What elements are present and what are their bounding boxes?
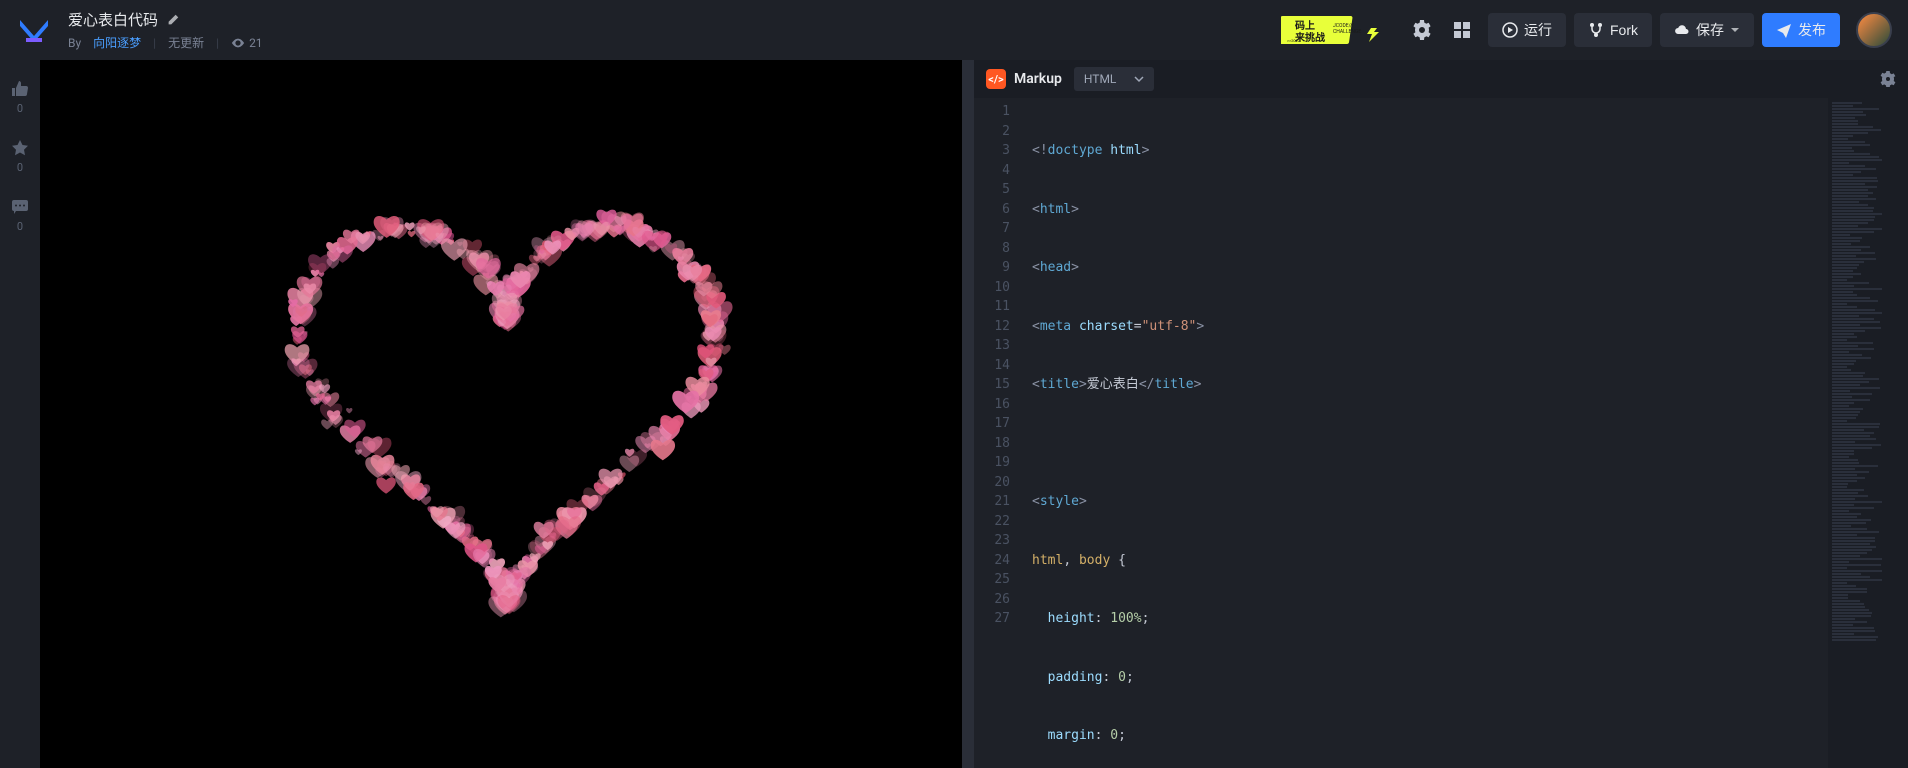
play-icon (1502, 22, 1518, 38)
markup-label: </> Markup (986, 69, 1062, 89)
preview-scrollbar[interactable] (962, 60, 974, 768)
heart-canvas (40, 60, 974, 768)
by-label: By (68, 36, 81, 50)
project-title: 爱心表白代码 (68, 9, 158, 30)
logo[interactable] (16, 12, 52, 48)
code-icon: </> (986, 69, 1006, 89)
update-status: 无更新 (168, 34, 204, 51)
author-link[interactable]: 向阳逐梦 (93, 34, 141, 51)
editor-settings-icon[interactable] (1880, 71, 1896, 87)
svg-text:CHALLENGE: CHALLENGE (1333, 29, 1361, 35)
line-gutter: 1234567891011121314151617181920212223242… (974, 98, 1024, 768)
svg-text:码上: 码上 (1295, 19, 1315, 32)
fork-icon (1588, 22, 1604, 38)
header: 爱心表白代码 By 向阳逐梦 | 无更新 | 21 码上 来挑战 JCODE//… (0, 0, 1908, 60)
chevron-down-icon (1134, 74, 1144, 84)
sidebar: 0 0 0 (0, 60, 40, 768)
editor-panel: </> Markup HTML 123456789101112131415161… (974, 60, 1908, 768)
edit-icon[interactable] (166, 13, 180, 27)
comment-icon (11, 198, 29, 216)
language-select[interactable]: HTML (1074, 67, 1155, 91)
star-button[interactable]: 0 (11, 139, 29, 174)
main-area: 0 0 0 </> Markup H (0, 60, 1908, 768)
views-count: 21 (231, 36, 263, 50)
preview-panel (40, 60, 974, 768)
editor-header: </> Markup HTML (974, 60, 1908, 98)
meta-separator: | (216, 36, 219, 50)
avatar[interactable] (1856, 12, 1892, 48)
svg-text:>>2022: >>2022 (1287, 38, 1301, 43)
fork-button[interactable]: Fork (1574, 13, 1652, 47)
save-button[interactable]: 保存 (1660, 13, 1754, 47)
title-section: 爱心表白代码 By 向阳逐梦 | 无更新 | 21 (68, 9, 263, 51)
send-icon (1776, 22, 1792, 38)
minimap[interactable] (1828, 98, 1908, 768)
meta-separator: | (153, 36, 156, 50)
chevron-down-icon (1730, 25, 1740, 35)
challenge-badge[interactable]: 码上 来挑战 JCODE/// CHALLENGE >>2022 (1276, 12, 1396, 48)
cloud-icon (1674, 22, 1690, 38)
code-editor[interactable]: 1234567891011121314151617181920212223242… (974, 98, 1908, 768)
run-button[interactable]: 运行 (1488, 13, 1566, 47)
comment-button[interactable]: 0 (11, 198, 29, 233)
thumbs-up-icon (11, 80, 29, 98)
star-icon (11, 139, 29, 157)
code-area[interactable]: <!doctype html> <html> <head> <meta char… (1024, 98, 1828, 768)
publish-button[interactable]: 发布 (1762, 13, 1840, 47)
grid-icon[interactable] (1452, 20, 1472, 40)
like-button[interactable]: 0 (11, 80, 29, 115)
eye-icon (231, 36, 245, 50)
settings-icon[interactable] (1412, 20, 1432, 40)
